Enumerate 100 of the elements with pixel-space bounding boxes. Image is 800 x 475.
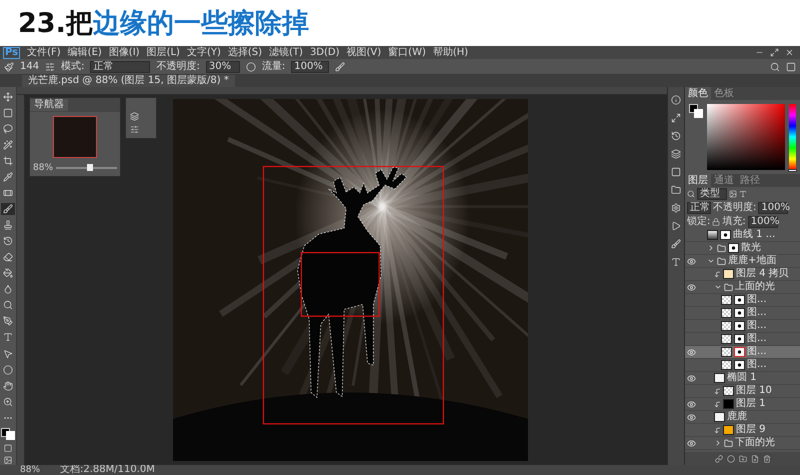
menu-item[interactable]: 编辑(E) bbox=[68, 46, 102, 58]
menu-item[interactable]: 图层(L) bbox=[146, 46, 180, 58]
color-swatches[interactable] bbox=[1, 428, 15, 440]
eyedropper-icon[interactable] bbox=[3, 172, 13, 182]
layer-row[interactable]: 图... bbox=[685, 346, 800, 359]
hand-icon[interactable] bbox=[3, 380, 13, 391]
brush-icon[interactable] bbox=[671, 239, 681, 249]
layer-row[interactable]: 图... bbox=[685, 333, 800, 346]
type-icon[interactable] bbox=[671, 257, 681, 267]
eye-icon[interactable] bbox=[685, 412, 697, 422]
opacity-field[interactable]: 100% bbox=[758, 202, 788, 214]
brush-icon[interactable] bbox=[4, 62, 14, 72]
history-icon[interactable] bbox=[671, 131, 681, 141]
link-icon[interactable] bbox=[714, 454, 722, 462]
layer-row[interactable]: 上面的光 bbox=[685, 281, 800, 294]
mask-thumbnail[interactable] bbox=[720, 230, 731, 240]
layer-row[interactable]: 椭圆 1 bbox=[685, 372, 800, 385]
panel-tab[interactable]: 色板 bbox=[711, 87, 737, 100]
stamp-icon[interactable] bbox=[3, 220, 13, 230]
type-filter-icon[interactable] bbox=[739, 190, 747, 198]
menu-item[interactable]: 视图(V) bbox=[346, 46, 382, 58]
blend-mode-dropdown[interactable]: 正常 bbox=[687, 202, 711, 214]
menu-item[interactable]: 选择(S) bbox=[228, 46, 262, 58]
menu-item[interactable]: 3D(D) bbox=[310, 46, 340, 58]
mask-thumbnail[interactable] bbox=[734, 347, 745, 357]
zoom-value[interactable]: 88% bbox=[33, 163, 54, 173]
mask-thumbnail[interactable] bbox=[728, 243, 739, 253]
transform-icon[interactable] bbox=[671, 113, 681, 123]
paint-bucket-icon[interactable] bbox=[3, 268, 13, 278]
layer-row[interactable]: 鹿鹿 bbox=[685, 411, 800, 424]
layer-row[interactable]: 图... bbox=[685, 320, 800, 333]
adjust-icon[interactable] bbox=[130, 125, 139, 134]
menu-item[interactable]: 图像(I) bbox=[108, 46, 140, 58]
mask-thumbnail[interactable] bbox=[734, 334, 745, 344]
zoom-icon[interactable] bbox=[3, 396, 13, 407]
filter-dropdown[interactable]: 类型 bbox=[697, 188, 727, 200]
flow-field[interactable]: 100% bbox=[291, 60, 330, 72]
opacity-field[interactable]: 30% bbox=[206, 60, 240, 72]
layer-row[interactable]: 图... bbox=[685, 359, 800, 372]
mask-thumbnail[interactable] bbox=[734, 321, 745, 331]
mask-thumbnail[interactable] bbox=[734, 360, 745, 370]
panel-tab[interactable]: 图层 bbox=[685, 174, 711, 187]
layer-row[interactable]: 图层 1 bbox=[685, 398, 800, 411]
play-icon[interactable] bbox=[671, 221, 681, 231]
pen-icon[interactable] bbox=[3, 316, 13, 326]
eye-icon[interactable] bbox=[685, 256, 697, 266]
move-icon[interactable] bbox=[3, 92, 13, 102]
close-icon[interactable] bbox=[785, 48, 794, 57]
mask-thumbnail[interactable] bbox=[734, 308, 745, 318]
magic-wand-icon[interactable] bbox=[3, 140, 13, 150]
slider-thumb[interactable] bbox=[788, 169, 797, 172]
chevron-right-icon[interactable] bbox=[714, 439, 722, 447]
search-icon[interactable] bbox=[770, 62, 780, 72]
layer-row[interactable]: 图层 4 拷贝 bbox=[685, 268, 800, 281]
eye-icon[interactable] bbox=[685, 438, 697, 448]
brush-size[interactable]: 144 bbox=[20, 60, 40, 72]
settings-icon[interactable] bbox=[671, 203, 681, 213]
search-icon[interactable] bbox=[687, 190, 695, 198]
layer-row[interactable]: 图层 10 bbox=[685, 385, 800, 398]
slider-thumb[interactable] bbox=[86, 164, 93, 171]
layer-row[interactable]: 曲线 1 ... bbox=[685, 229, 800, 242]
brush-icon[interactable] bbox=[3, 204, 13, 214]
layer-row[interactable]: 下面的光 bbox=[685, 437, 800, 450]
type-icon[interactable] bbox=[3, 332, 13, 342]
menu-item[interactable]: 滤镜(T) bbox=[269, 46, 303, 58]
mask-thumbnail[interactable] bbox=[734, 295, 745, 305]
panel-tab[interactable]: 路径 bbox=[737, 174, 763, 187]
delete-icon[interactable] bbox=[762, 454, 770, 462]
panel-tab[interactable]: 颜色 bbox=[685, 87, 711, 100]
layer-row[interactable]: 散光 bbox=[685, 242, 800, 255]
lock-icon[interactable] bbox=[712, 218, 720, 226]
chevron-right-icon[interactable] bbox=[707, 244, 715, 252]
layer-row[interactable]: 图... bbox=[685, 294, 800, 307]
panel-tab[interactable]: 导航器 bbox=[30, 99, 68, 111]
layers-icon[interactable] bbox=[671, 149, 681, 159]
menu-item[interactable]: 文件(F) bbox=[27, 46, 61, 58]
screen-mode-icon[interactable] bbox=[3, 456, 13, 465]
fill-field[interactable]: 100% bbox=[748, 216, 778, 228]
chevron-down-icon[interactable] bbox=[707, 257, 715, 265]
document-tab[interactable]: 光芒鹿.psd @ 88% (图层 15, 图层蒙版/8) * bbox=[22, 75, 235, 87]
layer-row[interactable]: 图层 9 bbox=[685, 424, 800, 437]
eye-icon[interactable] bbox=[685, 400, 697, 408]
color-picker[interactable] bbox=[707, 104, 785, 170]
maximize-icon[interactable] bbox=[770, 48, 779, 57]
eye-icon[interactable] bbox=[685, 374, 697, 382]
new-layer-icon[interactable] bbox=[750, 454, 758, 462]
menu-item[interactable]: 帮助(H) bbox=[432, 46, 468, 58]
brush-panel-icon[interactable] bbox=[45, 62, 56, 72]
eraser-icon[interactable] bbox=[3, 252, 13, 262]
mode-dropdown[interactable]: 正常 bbox=[90, 60, 150, 72]
ellipse-icon[interactable] bbox=[3, 364, 13, 375]
layer-row[interactable]: 图... bbox=[685, 307, 800, 320]
new-group-icon[interactable] bbox=[738, 454, 746, 462]
droplet-icon[interactable] bbox=[3, 284, 13, 294]
chevron-down-icon[interactable] bbox=[714, 283, 722, 291]
menu-item[interactable]: 窗口(W) bbox=[388, 46, 426, 58]
layer-row[interactable]: 鹿鹿+地面 bbox=[685, 255, 800, 268]
lasso-icon[interactable] bbox=[3, 124, 13, 134]
history-brush-icon[interactable] bbox=[3, 236, 13, 246]
airbrush-icon[interactable] bbox=[335, 62, 346, 72]
